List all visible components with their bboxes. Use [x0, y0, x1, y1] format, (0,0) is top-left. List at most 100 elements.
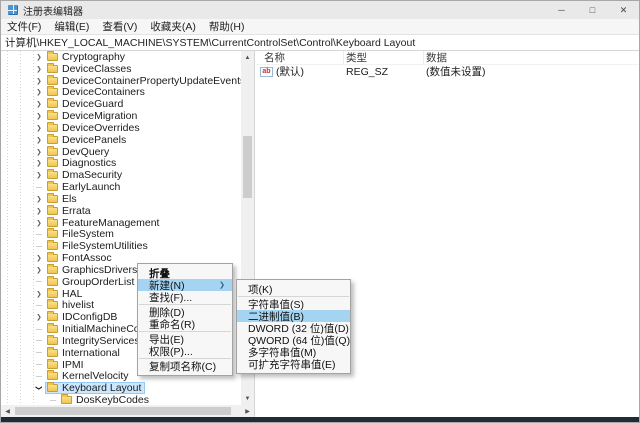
- scroll-down-icon[interactable]: ▼: [241, 392, 254, 405]
- chevron-right-icon[interactable]: ❯: [33, 134, 45, 146]
- chevron-right-icon[interactable]: ❯: [33, 169, 45, 181]
- chevron-right-icon[interactable]: ❯: [33, 51, 45, 63]
- address-bar[interactable]: 计算机\HKEY_LOCAL_MACHINE\SYSTEM\CurrentCon…: [1, 34, 639, 51]
- value-type: REG_SZ: [344, 66, 424, 78]
- tree-item-label: DeviceContainers: [62, 86, 145, 98]
- scroll-right-icon[interactable]: ▶: [241, 405, 254, 417]
- tree-item-content: Cryptography: [45, 51, 129, 63]
- chevron-right-icon[interactable]: ❯: [33, 63, 45, 75]
- tree-item-label: Errata: [62, 205, 91, 217]
- tree-item-label: DevicePanels: [62, 134, 126, 146]
- tree-item[interactable]: ❯FeatureManagement: [1, 217, 241, 229]
- value-name-cell: (默认): [256, 64, 344, 79]
- scroll-left-icon[interactable]: ◀: [1, 405, 14, 417]
- tree-item-content: GroupOrderList: [45, 276, 138, 288]
- submenu-item[interactable]: 项(K): [237, 283, 350, 295]
- tree-item-content: KernelVelocity: [45, 370, 133, 382]
- tree-line-stub: [33, 335, 45, 347]
- tree-horizontal-scrollbar[interactable]: ◀ ▶: [1, 405, 254, 417]
- tree-item[interactable]: ❯ Errata: [1, 205, 241, 217]
- menubar-item-favorites[interactable]: 收藏夹(A): [150, 19, 196, 34]
- chevron-right-icon[interactable]: ❯: [33, 311, 45, 323]
- menubar-item-view[interactable]: 查看(V): [102, 19, 137, 34]
- chevron-right-icon[interactable]: ❯: [33, 146, 45, 158]
- folder-icon: [47, 183, 58, 191]
- tree-item[interactable]: DosKeybCodes: [1, 394, 241, 405]
- tree-line-stub: [33, 276, 45, 288]
- tree-item[interactable]: ❯ DmaSecurity: [1, 169, 241, 181]
- chevron-right-icon[interactable]: ❯: [33, 252, 45, 264]
- tree-item-content: DeviceContainers: [45, 86, 149, 98]
- context-menu-item[interactable]: 复制项名称(C): [138, 360, 232, 372]
- tree-item[interactable]: ❯ DevQuery: [1, 146, 241, 158]
- context-menu-item[interactable]: 重命名(R): [138, 318, 232, 330]
- tree-item[interactable]: ❯Diagnostics: [1, 157, 241, 169]
- tree-item[interactable]: ❯Keyboard Layout: [1, 382, 241, 394]
- chevron-right-icon[interactable]: ❯: [33, 110, 45, 122]
- tree-item[interactable]: ❯DeviceGuard: [1, 98, 241, 110]
- chevron-right-icon[interactable]: ❯: [33, 98, 45, 110]
- chevron-right-icon[interactable]: ❯: [33, 157, 45, 169]
- menu-bar: 文件(F) 编辑(E) 查看(V) 收藏夹(A) 帮助(H): [1, 19, 639, 34]
- tree-item[interactable]: FileSystem: [1, 228, 241, 240]
- minimize-button[interactable]: ─: [546, 1, 577, 19]
- tree-item[interactable]: FileSystemUtilities: [1, 240, 241, 252]
- folder-icon: [47, 148, 58, 156]
- folder-icon: [47, 195, 58, 203]
- vertical-scroll-thumb[interactable]: [243, 136, 252, 198]
- context-menu-item[interactable]: 查找(F)...: [138, 291, 232, 303]
- chevron-right-icon[interactable]: ❯: [33, 86, 45, 98]
- folder-icon: [47, 384, 58, 392]
- chevron-down-icon[interactable]: ❯: [33, 382, 45, 394]
- tree-item-label: FileSystemUtilities: [62, 240, 148, 252]
- chevron-right-icon[interactable]: ❯: [33, 288, 45, 300]
- window-title: 注册表编辑器: [23, 3, 83, 18]
- context-menu-item[interactable]: 权限(P)...: [138, 345, 232, 357]
- tree-item-content: DeviceContainerPropertyUpdateEvents: [45, 75, 241, 87]
- horizontal-scroll-thumb[interactable]: [15, 407, 231, 415]
- tree-item-label: DmaSecurity: [62, 169, 122, 181]
- chevron-right-icon[interactable]: ❯: [33, 193, 45, 205]
- folder-icon: [47, 100, 58, 108]
- tree-item[interactable]: ❯DeviceContainerPropertyUpdateEvents: [1, 75, 241, 87]
- tree-item[interactable]: ❯Els: [1, 193, 241, 205]
- menubar-item-edit[interactable]: 编辑(E): [54, 19, 89, 34]
- chevron-right-icon[interactable]: ❯: [33, 264, 45, 276]
- chevron-right-icon[interactable]: ❯: [33, 205, 45, 217]
- value-data: (数值未设置): [424, 64, 639, 79]
- tree-item[interactable]: ❯Cryptography: [1, 51, 241, 63]
- tree-item-content: DosKeybCodes: [59, 394, 153, 405]
- column-header-data[interactable]: 数据: [424, 51, 639, 64]
- tree-item-label: IPMI: [62, 359, 84, 371]
- scroll-up-icon[interactable]: ▲: [241, 51, 254, 64]
- tree-item[interactable]: ❯DeviceOverrides: [1, 122, 241, 134]
- chevron-right-icon[interactable]: ❯: [33, 122, 45, 134]
- tree-item[interactable]: EarlyLaunch: [1, 181, 241, 193]
- list-header: 名称 类型 数据: [256, 51, 639, 65]
- tree-item[interactable]: ❯DeviceClasses: [1, 63, 241, 75]
- column-header-name[interactable]: 名称: [256, 51, 344, 64]
- tree-item-content: Errata: [45, 205, 95, 217]
- folder-icon: [47, 266, 58, 274]
- menubar-item-help[interactable]: 帮助(H): [209, 19, 245, 34]
- tree-item[interactable]: ❯DeviceMigration: [1, 110, 241, 122]
- submenu-item[interactable]: 可扩充字符串值(E): [237, 358, 350, 370]
- menu-item-label: 查找(F)...: [149, 290, 192, 305]
- folder-icon: [47, 124, 58, 132]
- chevron-right-icon[interactable]: ❯: [33, 75, 45, 87]
- folder-icon: [47, 337, 58, 345]
- tree-item-content: IPMI: [45, 359, 88, 371]
- value-row[interactable]: (默认)REG_SZ(数值未设置): [256, 65, 639, 78]
- maximize-button[interactable]: □: [577, 1, 608, 19]
- tree-item[interactable]: ❯ DeviceContainers: [1, 86, 241, 98]
- context-menu: 折叠新建(N)❯查找(F)...删除(D)重命名(R)导出(E)权限(P)...…: [137, 263, 233, 376]
- tree-item-content: Keyboard Layout: [45, 382, 145, 394]
- tree-item-label: DevQuery: [62, 146, 109, 158]
- chevron-right-icon[interactable]: ❯: [33, 217, 45, 229]
- menubar-item-file[interactable]: 文件(F): [7, 19, 41, 34]
- tree-item-content: DevicePanels: [45, 134, 130, 146]
- window-controls: ─ □ ✕: [546, 1, 639, 19]
- close-button[interactable]: ✕: [608, 1, 639, 19]
- tree-item[interactable]: ❯ DevicePanels: [1, 134, 241, 146]
- column-header-type[interactable]: 类型: [344, 51, 424, 64]
